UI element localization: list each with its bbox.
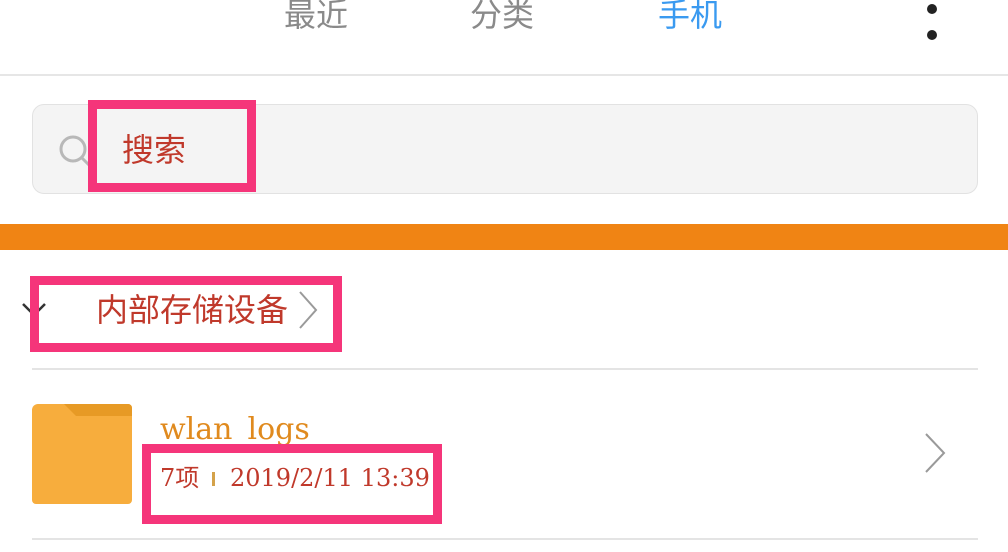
highlight-box <box>30 276 342 352</box>
chevron-right-icon[interactable] <box>922 430 948 476</box>
tab-category[interactable]: 分类 <box>470 0 534 40</box>
divider <box>32 368 978 370</box>
tab-bar: 最近 分类 手机 <box>0 0 1008 76</box>
highlight-box <box>88 100 256 192</box>
highlight-box <box>142 444 442 524</box>
more-vertical-icon[interactable] <box>922 0 942 44</box>
divider <box>32 538 978 540</box>
tab-phone[interactable]: 手机 <box>658 0 722 40</box>
file-manager-page: 最近 分类 手机 搜索 内部存储设备 wlan_logs 7项 2019/2/1… <box>0 0 1008 552</box>
tab-recent[interactable]: 最近 <box>284 0 348 40</box>
folder-icon <box>32 404 132 504</box>
accent-bar <box>0 224 1008 250</box>
